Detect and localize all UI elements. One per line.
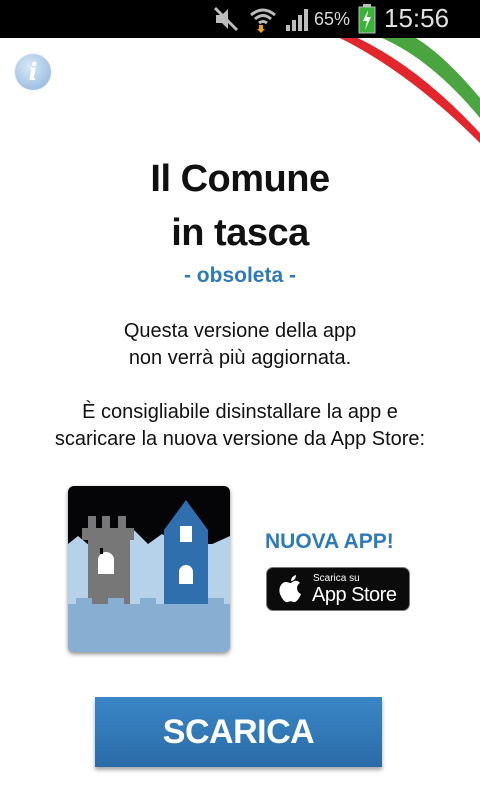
advice-line2: scaricare la nuova versione da App Store… — [54, 428, 426, 450]
flag-stripe — [340, 38, 480, 143]
badge-big-text: App Store — [312, 584, 397, 606]
status-bar: 65% 15:56 — [0, 0, 480, 38]
badge-small-text: Scarica su — [313, 573, 360, 584]
download-button-label: SCARICA — [162, 713, 315, 751]
obsolete-subtitle: - obsoleta - — [183, 264, 296, 287]
new-app-icon[interactable] — [68, 486, 230, 652]
wifi-icon — [250, 8, 276, 33]
info-glyph: i — [28, 57, 38, 86]
town-towers-app-icon — [68, 486, 230, 652]
muted-icon — [213, 6, 239, 32]
advice-line1: È consigliabile disinstallare la app e — [82, 401, 398, 423]
page-title-line1: Il Comune — [150, 158, 330, 200]
message-line2: non verrà più aggiornata. — [128, 347, 352, 369]
battery-percent: 65% — [314, 9, 351, 29]
battery-charging-icon — [358, 4, 376, 34]
apple-icon — [279, 575, 301, 603]
info-icon[interactable]: i — [15, 54, 51, 90]
page-title-line2: in tasca — [171, 212, 309, 254]
app-store-badge[interactable]: Scarica su App Store — [266, 567, 410, 611]
signal-icon — [286, 9, 308, 31]
download-button[interactable]: SCARICA — [95, 697, 382, 767]
new-app-label: NUOVA APP! — [265, 530, 394, 553]
message-line1: Questa versione della app — [123, 320, 357, 342]
status-time: 15:56 — [384, 3, 450, 33]
